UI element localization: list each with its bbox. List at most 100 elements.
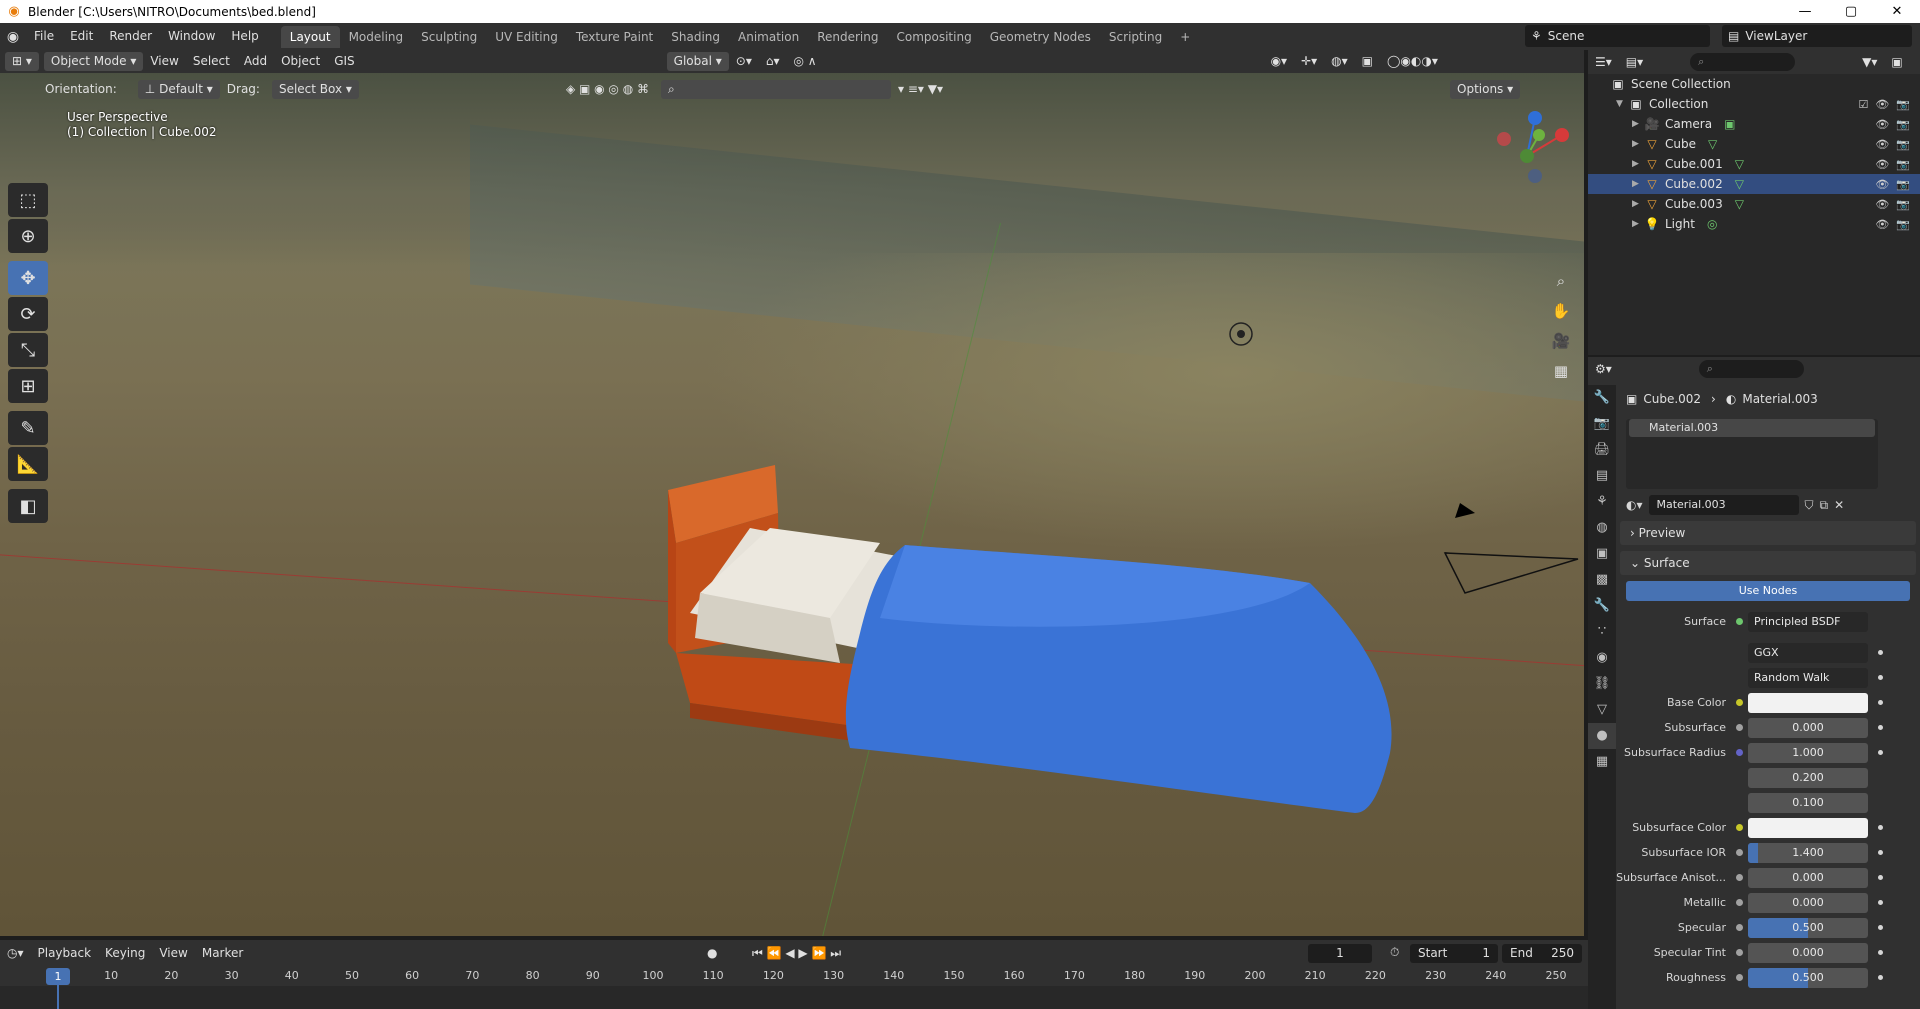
tab-layout[interactable]: Layout — [280, 25, 340, 48]
keyframe-dot-icon[interactable] — [1878, 875, 1883, 880]
material-slot[interactable]: Material.003 — [1629, 419, 1875, 437]
camera-view-icon[interactable]: 🎥 — [1548, 328, 1574, 354]
expand-arrow-icon[interactable]: ▼ — [1616, 99, 1628, 109]
scene-collection-row[interactable]: ▣ Scene Collection — [1588, 74, 1920, 94]
menu-render[interactable]: Render — [101, 23, 160, 50]
tab-compositing[interactable]: Compositing — [887, 26, 980, 48]
tab-scripting[interactable]: Scripting — [1100, 26, 1171, 48]
timeline-editor-type-icon[interactable]: ◷▾ — [0, 942, 31, 965]
value-slider[interactable]: 1.400 — [1748, 842, 1868, 863]
duplicate-material-icon[interactable]: ⧉ — [1820, 498, 1829, 513]
outliner-item-cube-001[interactable]: ▶ ▽ Cube.001 ▽ 👁 📷 — [1588, 154, 1920, 174]
z-axis-icon[interactable] — [1528, 111, 1542, 125]
material-slot-list[interactable]: Material.003 — [1626, 419, 1878, 489]
value-field[interactable]: 0.000 — [1748, 942, 1868, 963]
rotate-tool-icon[interactable]: ⟳ — [8, 297, 48, 331]
expand-arrow-icon[interactable]: ▶ — [1632, 139, 1644, 149]
render-tab-icon[interactable]: 📷 — [1588, 411, 1616, 437]
minimize-button[interactable]: — — [1782, 0, 1828, 23]
scale-tool-icon[interactable]: ⤡ — [8, 333, 48, 367]
render-camera-icon[interactable]: 📷 — [1896, 118, 1910, 131]
tab-sculpting[interactable]: Sculpting — [412, 26, 486, 48]
x-axis-icon[interactable] — [1555, 128, 1569, 142]
value-slider[interactable]: 0.500 — [1748, 967, 1868, 988]
frame-ruler[interactable]: 1 10 20 30 40 50 60 70 80 90 100 110 120 130 140 150 16… — [0, 967, 1588, 986]
gizmo-icon[interactable]: ✛▾ — [1294, 50, 1324, 73]
visibility-icon[interactable]: ◉▾ — [1264, 50, 1295, 73]
snap-icon[interactable]: ⌂▾ — [759, 50, 787, 73]
unlink-material-icon[interactable]: ✕ — [1834, 498, 1844, 512]
keyframe-dot-icon[interactable] — [1878, 700, 1883, 705]
outliner-item-camera[interactable]: ▶ 🎥 Camera ▣ 👁 📷 — [1588, 114, 1920, 134]
value-field[interactable]: 0.000 — [1748, 717, 1868, 738]
menu-marker[interactable]: Marker — [195, 942, 250, 965]
properties-search-input[interactable]: ⌕ — [1698, 360, 1804, 378]
properties-editor-type-icon[interactable]: ⚙▾ — [1588, 358, 1619, 381]
record-icon[interactable]: ● — [700, 942, 724, 965]
overlays-icon[interactable]: ◍▾ — [1324, 50, 1355, 73]
camera-object[interactable] — [1443, 503, 1579, 594]
xray-icon[interactable]: ▣ — [1355, 50, 1380, 73]
value-slider[interactable]: 0.500 — [1748, 917, 1868, 938]
keyframe-dot-icon[interactable] — [1878, 650, 1883, 655]
value-field[interactable]: 0.000 — [1748, 867, 1868, 888]
render-camera-icon[interactable]: 📷 — [1896, 198, 1910, 211]
particles-tab-icon[interactable]: ∵ — [1588, 619, 1616, 645]
annotate-tool-icon[interactable]: ✎ — [8, 411, 48, 445]
tab-texture-paint[interactable]: Texture Paint — [567, 26, 662, 48]
ortho-grid-icon[interactable]: ▦ — [1548, 358, 1574, 384]
render-camera-icon[interactable]: 📷 — [1896, 218, 1910, 231]
modifier-tab-icon[interactable]: 🔧 — [1588, 593, 1616, 619]
output-tab-icon[interactable]: 🖨 — [1588, 437, 1616, 463]
menu-playback[interactable]: Playback — [31, 942, 99, 965]
end-frame-field[interactable]: End 250 — [1502, 944, 1582, 963]
stopwatch-icon[interactable]: ⏱ — [1390, 945, 1399, 960]
playback-controls-icon[interactable]: ⏮ ⏪ ◀ ▶ ⏩ ⏭ — [745, 942, 848, 965]
shading-modes-icon[interactable]: ◯◉◐◑▾ — [1380, 50, 1445, 73]
render-camera-icon[interactable]: 📷 — [1896, 178, 1910, 191]
scene-tab-icon[interactable]: ⚘ — [1588, 489, 1616, 515]
texture-tab-icon[interactable]: ▦ — [1588, 749, 1616, 775]
view-layer-tab-icon[interactable]: ▤ — [1588, 463, 1616, 489]
new-collection-icon[interactable]: ▣ — [1884, 51, 1909, 74]
current-frame-indicator[interactable]: 1 — [46, 968, 70, 985]
light-object-icon[interactable] — [1229, 322, 1253, 346]
render-camera-icon[interactable]: 📷 — [1896, 98, 1910, 111]
playhead-line[interactable] — [57, 985, 59, 1009]
expand-arrow-icon[interactable]: ▶ — [1632, 199, 1644, 209]
menu-object[interactable]: Object — [274, 50, 327, 73]
keyframe-dot-icon[interactable] — [1878, 900, 1883, 905]
distribution-dropdown[interactable]: GGX — [1748, 642, 1868, 663]
keyframe-dot-icon[interactable] — [1878, 925, 1883, 930]
maximize-button[interactable]: ▢ — [1828, 0, 1874, 23]
expand-arrow-icon[interactable]: ▶ — [1632, 159, 1644, 169]
keyframe-dot-icon[interactable] — [1878, 950, 1883, 955]
eye-icon[interactable]: 👁 — [1875, 138, 1889, 151]
close-button[interactable]: ✕ — [1874, 0, 1920, 23]
constraints-tab-icon[interactable]: ⛓ — [1588, 671, 1616, 697]
keyframe-dot-icon[interactable] — [1878, 850, 1883, 855]
neg-y-axis-icon[interactable] — [1520, 149, 1534, 163]
menu-view[interactable]: View — [143, 50, 185, 73]
start-frame-field[interactable]: Start 1 — [1410, 944, 1498, 963]
collection-row[interactable]: ▼ ▣ Collection ☑ 👁 📷 — [1588, 94, 1920, 114]
value-field[interactable]: 1.000 — [1748, 742, 1868, 763]
keyframe-dot-icon[interactable] — [1878, 725, 1883, 730]
outliner-item-cube[interactable]: ▶ ▽ Cube ▽ 👁 📷 — [1588, 134, 1920, 154]
transform-tool-icon[interactable]: ⊞ — [8, 369, 48, 403]
color-swatch[interactable] — [1748, 817, 1868, 838]
eye-icon[interactable]: 👁 — [1875, 98, 1889, 111]
render-camera-icon[interactable]: 📷 — [1896, 158, 1910, 171]
neg-x-axis-icon[interactable] — [1497, 132, 1511, 146]
object-tab-icon[interactable]: ▩ — [1588, 567, 1616, 593]
surface-shader-dropdown[interactable]: Principled BSDF — [1748, 611, 1868, 632]
menu-window[interactable]: Window — [160, 23, 223, 50]
add-workspace-button[interactable]: + — [1171, 26, 1199, 48]
outliner-editor-type-icon[interactable]: ☰▾ — [1588, 51, 1619, 74]
value-field[interactable]: 0.000 — [1748, 892, 1868, 913]
eye-icon[interactable]: 👁 — [1875, 158, 1889, 171]
menu-file[interactable]: File — [26, 23, 62, 50]
scene-selector[interactable]: ⚘ Scene — [1525, 25, 1710, 47]
outliner-item-cube-003[interactable]: ▶ ▽ Cube.003 ▽ 👁 📷 — [1588, 194, 1920, 214]
tab-rendering[interactable]: Rendering — [808, 26, 887, 48]
